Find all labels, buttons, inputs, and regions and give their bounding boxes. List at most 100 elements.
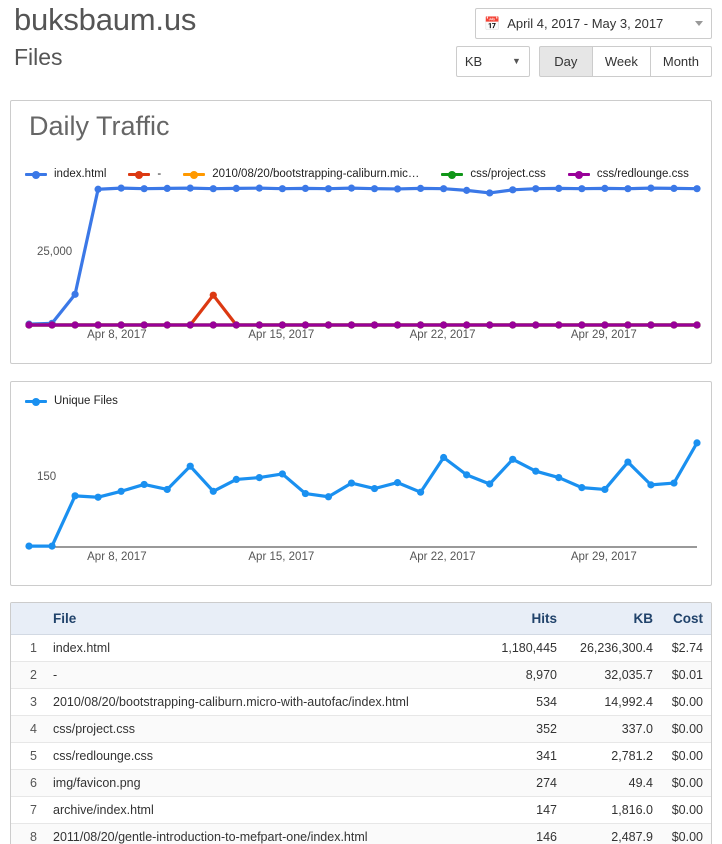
data-point[interactable]	[509, 321, 516, 328]
data-point[interactable]	[118, 185, 125, 192]
table-row[interactable]: 7archive/index.html1471,816.0$0.00	[11, 797, 711, 824]
column-header-file[interactable]: File	[45, 603, 479, 635]
data-point[interactable]	[394, 321, 401, 328]
table-row[interactable]: 6img/favicon.png27449.4$0.00	[11, 770, 711, 797]
data-point[interactable]	[463, 187, 470, 194]
data-point[interactable]	[555, 321, 562, 328]
data-point[interactable]	[555, 185, 562, 192]
data-point[interactable]	[25, 542, 32, 549]
column-header-cost[interactable]: Cost	[661, 603, 711, 635]
data-point[interactable]	[670, 185, 677, 192]
data-point[interactable]	[302, 185, 309, 192]
data-point[interactable]	[532, 321, 539, 328]
data-point[interactable]	[256, 321, 263, 328]
unit-select[interactable]: KB ▼	[456, 46, 530, 77]
data-point[interactable]	[670, 479, 677, 486]
data-point[interactable]	[394, 185, 401, 192]
data-point[interactable]	[325, 185, 332, 192]
data-point[interactable]	[95, 321, 102, 328]
column-header-hits[interactable]: Hits	[479, 603, 565, 635]
data-point[interactable]	[141, 185, 148, 192]
data-point[interactable]	[601, 486, 608, 493]
data-point[interactable]	[187, 321, 194, 328]
data-point[interactable]	[118, 321, 125, 328]
data-point[interactable]	[417, 489, 424, 496]
data-point[interactable]	[371, 321, 378, 328]
data-point[interactable]	[141, 321, 148, 328]
data-point[interactable]	[210, 488, 217, 495]
data-point[interactable]	[233, 185, 240, 192]
data-point[interactable]	[670, 321, 677, 328]
column-header-kb[interactable]: KB	[565, 603, 661, 635]
data-point[interactable]	[256, 185, 263, 192]
data-point[interactable]	[624, 321, 631, 328]
data-point[interactable]	[279, 470, 286, 477]
data-point[interactable]	[233, 476, 240, 483]
granularity-week-button[interactable]: Week	[593, 46, 651, 77]
data-point[interactable]	[210, 185, 217, 192]
data-point[interactable]	[71, 492, 78, 499]
date-range-picker[interactable]: 📅 April 4, 2017 - May 3, 2017	[475, 8, 712, 39]
data-point[interactable]	[348, 321, 355, 328]
data-point[interactable]	[210, 292, 217, 299]
data-point[interactable]	[233, 321, 240, 328]
data-point[interactable]	[48, 542, 55, 549]
data-point[interactable]	[532, 185, 539, 192]
data-point[interactable]	[417, 321, 424, 328]
data-point[interactable]	[417, 185, 424, 192]
data-point[interactable]	[601, 185, 608, 192]
data-point[interactable]	[187, 463, 194, 470]
data-point[interactable]	[71, 321, 78, 328]
granularity-day-button[interactable]: Day	[539, 46, 593, 77]
data-point[interactable]	[302, 321, 309, 328]
data-point[interactable]	[25, 321, 32, 328]
data-point[interactable]	[693, 185, 700, 192]
table-row[interactable]: 82011/08/20/gentle-introduction-to-mefpa…	[11, 824, 711, 844]
data-point[interactable]	[48, 321, 55, 328]
data-point[interactable]	[486, 189, 493, 196]
data-point[interactable]	[486, 321, 493, 328]
table-row[interactable]: 1index.html1,180,44526,236,300.4$2.74	[11, 635, 711, 662]
data-point[interactable]	[647, 321, 654, 328]
table-row[interactable]: 2-8,97032,035.7$0.01	[11, 662, 711, 689]
table-row[interactable]: 4css/project.css352337.0$0.00	[11, 716, 711, 743]
data-point[interactable]	[348, 479, 355, 486]
data-point[interactable]	[578, 484, 585, 491]
data-point[interactable]	[187, 185, 194, 192]
data-point[interactable]	[486, 480, 493, 487]
data-point[interactable]	[279, 321, 286, 328]
data-point[interactable]	[164, 185, 171, 192]
table-row[interactable]: 32010/08/20/bootstrapping-caliburn.micro…	[11, 689, 711, 716]
table-row[interactable]: 5css/redlounge.css3412,781.2$0.00	[11, 743, 711, 770]
data-point[interactable]	[279, 185, 286, 192]
data-point[interactable]	[647, 481, 654, 488]
data-point[interactable]	[601, 321, 608, 328]
data-point[interactable]	[578, 321, 585, 328]
data-point[interactable]	[302, 490, 309, 497]
data-point[interactable]	[118, 488, 125, 495]
data-point[interactable]	[463, 471, 470, 478]
data-point[interactable]	[95, 186, 102, 193]
data-point[interactable]	[210, 321, 217, 328]
data-point[interactable]	[440, 185, 447, 192]
data-point[interactable]	[371, 485, 378, 492]
data-point[interactable]	[509, 186, 516, 193]
data-point[interactable]	[555, 474, 562, 481]
data-point[interactable]	[256, 474, 263, 481]
data-point[interactable]	[348, 185, 355, 192]
data-point[interactable]	[325, 493, 332, 500]
data-point[interactable]	[624, 185, 631, 192]
data-point[interactable]	[141, 481, 148, 488]
data-point[interactable]	[509, 456, 516, 463]
data-point[interactable]	[164, 486, 171, 493]
data-point[interactable]	[164, 321, 171, 328]
data-point[interactable]	[440, 454, 447, 461]
data-point[interactable]	[371, 185, 378, 192]
data-point[interactable]	[693, 439, 700, 446]
data-point[interactable]	[394, 479, 401, 486]
data-point[interactable]	[693, 321, 700, 328]
granularity-month-button[interactable]: Month	[651, 46, 712, 77]
data-point[interactable]	[624, 458, 631, 465]
data-point[interactable]	[463, 321, 470, 328]
data-point[interactable]	[578, 185, 585, 192]
